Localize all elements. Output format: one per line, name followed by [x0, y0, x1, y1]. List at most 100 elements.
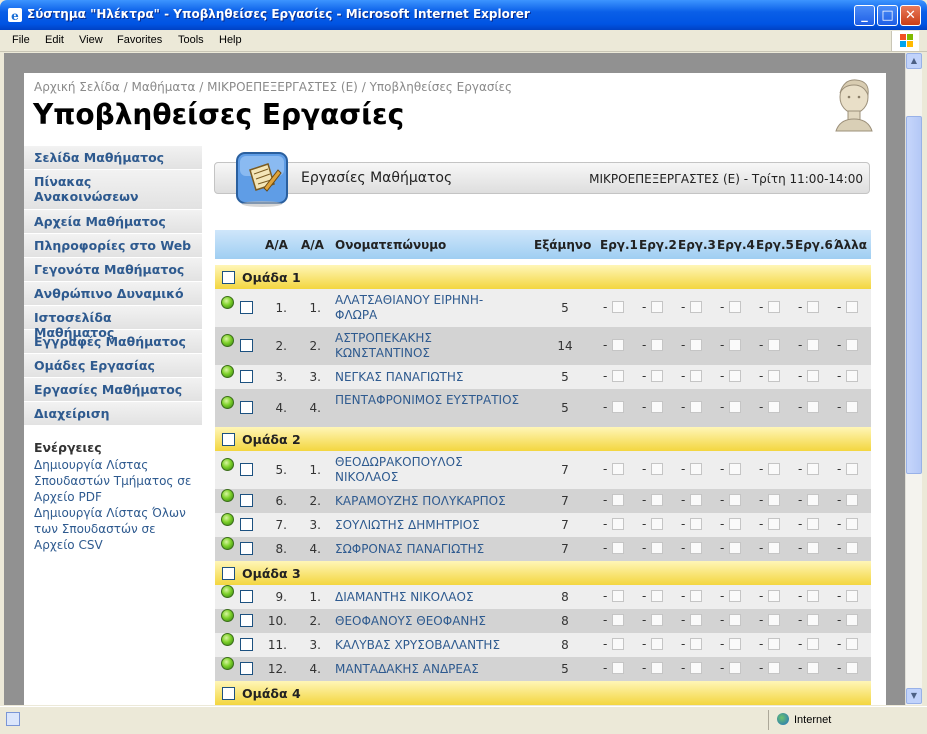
assignment-checkbox[interactable]	[807, 662, 819, 674]
sidebar-item-staff[interactable]: Ανθρώπινο Δυναμικό	[24, 282, 202, 306]
assignment-checkbox[interactable]	[690, 614, 702, 626]
row-checkbox[interactable]	[240, 494, 253, 507]
assignment-checkbox[interactable]	[651, 518, 663, 530]
assignment-checkbox[interactable]	[729, 401, 741, 413]
sidebar-item-web-info[interactable]: Πληροφορίες στο Web	[24, 234, 202, 258]
assignment-checkbox[interactable]	[612, 662, 624, 674]
breadcrumb-courses[interactable]: Μαθήματα	[132, 80, 196, 94]
assignment-checkbox[interactable]	[846, 494, 858, 506]
assignment-checkbox[interactable]	[690, 339, 702, 351]
student-name-link[interactable]: ΔΙΑΜΑΝΤΗΣ ΝΙΚΟΛΑΟΣ	[335, 590, 525, 605]
assignment-checkbox[interactable]	[729, 518, 741, 530]
sidebar-item-enrollments[interactable]: Εγγραφές Μαθήματος	[24, 330, 202, 354]
assignment-checkbox[interactable]	[846, 614, 858, 626]
menu-tools[interactable]: Tools	[178, 34, 204, 46]
menu-help[interactable]: Help	[219, 34, 242, 46]
assignment-checkbox[interactable]	[807, 401, 819, 413]
assignment-checkbox[interactable]	[846, 590, 858, 602]
assignment-checkbox[interactable]	[768, 401, 780, 413]
assignment-checkbox[interactable]	[729, 301, 741, 313]
assignment-checkbox[interactable]	[651, 301, 663, 313]
pdf-student-list-link[interactable]: Δημιουργία Λίστας Σπουδαστών Τμήματος σε…	[34, 457, 192, 505]
menu-view[interactable]: View	[79, 34, 103, 46]
vertical-scrollbar[interactable]: ▲ ▼	[905, 53, 922, 705]
csv-all-students-link[interactable]: Δημιουργία Λίστας Όλων των Σπουδαστών σε…	[34, 505, 192, 553]
menu-edit[interactable]: Edit	[45, 34, 64, 46]
assignment-checkbox[interactable]	[768, 301, 780, 313]
assignment-checkbox[interactable]	[846, 401, 858, 413]
assignment-checkbox[interactable]	[612, 590, 624, 602]
row-checkbox[interactable]	[240, 542, 253, 555]
assignment-checkbox[interactable]	[846, 301, 858, 313]
assignment-checkbox[interactable]	[651, 614, 663, 626]
assignment-checkbox[interactable]	[651, 494, 663, 506]
assignment-checkbox[interactable]	[612, 339, 624, 351]
student-name-link[interactable]: ΑΣΤΡΟΠΕΚΑΚΗΣ ΚΩΝΣΤΑΝΤΙΝΟΣ	[335, 331, 525, 361]
student-name-link[interactable]: ΚΑΛΥΒΑΣ ΧΡΥΣΟΒΑΛΑΝΤΗΣ	[335, 638, 525, 653]
student-name-link[interactable]: ΝΕΓΚΑΣ ΠΑΝΑΓΙΩΤΗΣ	[335, 370, 525, 385]
sidebar-item-course-website[interactable]: Ιστοσελίδα Μαθήματος	[24, 306, 202, 340]
assignment-checkbox[interactable]	[612, 518, 624, 530]
assignment-checkbox[interactable]	[729, 463, 741, 475]
row-checkbox[interactable]	[240, 662, 253, 675]
minimize-button[interactable]: _	[854, 5, 875, 26]
assignment-checkbox[interactable]	[807, 614, 819, 626]
assignment-checkbox[interactable]	[612, 370, 624, 382]
assignment-checkbox[interactable]	[768, 542, 780, 554]
assignment-checkbox[interactable]	[651, 370, 663, 382]
row-checkbox[interactable]	[240, 339, 253, 352]
student-name-link[interactable]: ΣΩΦΡΟΝΑΣ ΠΑΝΑΓΙΩΤΗΣ	[335, 542, 525, 557]
student-name-link[interactable]: ΜΑΝΤΑΔΑΚΗΣ ΑΝΔΡΕΑΣ	[335, 662, 525, 677]
row-checkbox[interactable]	[240, 401, 253, 414]
assignment-checkbox[interactable]	[651, 638, 663, 650]
scroll-thumb[interactable]	[906, 116, 922, 474]
assignment-checkbox[interactable]	[651, 463, 663, 475]
assignment-checkbox[interactable]	[690, 638, 702, 650]
assignment-checkbox[interactable]	[651, 401, 663, 413]
assignment-checkbox[interactable]	[651, 590, 663, 602]
assignment-checkbox[interactable]	[612, 301, 624, 313]
group-checkbox[interactable]	[222, 687, 235, 700]
student-name-link[interactable]: ΚΑΡΑΜΟΥΖΗΣ ΠΟΛΥΚΑΡΠΟΣ	[335, 494, 525, 509]
assignment-checkbox[interactable]	[612, 494, 624, 506]
assignment-checkbox[interactable]	[846, 518, 858, 530]
sidebar-item-assignments[interactable]: Εργασίες Μαθήματος	[24, 378, 202, 402]
assignment-checkbox[interactable]	[846, 463, 858, 475]
assignment-checkbox[interactable]	[729, 494, 741, 506]
sidebar-item-course-files[interactable]: Αρχεία Μαθήματος	[24, 210, 202, 234]
assignment-checkbox[interactable]	[690, 463, 702, 475]
assignment-checkbox[interactable]	[690, 662, 702, 674]
group-checkbox[interactable]	[222, 433, 235, 446]
assignment-checkbox[interactable]	[846, 339, 858, 351]
scroll-down-button[interactable]: ▼	[906, 688, 922, 704]
row-checkbox[interactable]	[240, 614, 253, 627]
scroll-up-button[interactable]: ▲	[906, 53, 922, 69]
assignment-checkbox[interactable]	[768, 614, 780, 626]
assignment-checkbox[interactable]	[846, 662, 858, 674]
row-checkbox[interactable]	[240, 463, 253, 476]
assignment-checkbox[interactable]	[612, 614, 624, 626]
sidebar-item-work-groups[interactable]: Ομάδες Εργασίας	[24, 354, 202, 378]
assignment-checkbox[interactable]	[690, 401, 702, 413]
assignment-checkbox[interactable]	[846, 370, 858, 382]
close-button[interactable]: ✕	[900, 5, 921, 26]
assignment-checkbox[interactable]	[768, 463, 780, 475]
assignment-checkbox[interactable]	[690, 518, 702, 530]
assignment-checkbox[interactable]	[768, 339, 780, 351]
breadcrumb-course[interactable]: ΜΙΚΡΟΕΠΕΞΕΡΓΑΣΤΕΣ (Ε)	[207, 80, 358, 94]
menu-favorites[interactable]: Favorites	[117, 34, 162, 46]
assignment-checkbox[interactable]	[768, 518, 780, 530]
assignment-checkbox[interactable]	[729, 590, 741, 602]
assignment-checkbox[interactable]	[690, 301, 702, 313]
sidebar-item-course-page[interactable]: Σελίδα Μαθήματος	[24, 146, 202, 170]
assignment-checkbox[interactable]	[768, 662, 780, 674]
assignment-checkbox[interactable]	[612, 463, 624, 475]
group-checkbox[interactable]	[222, 271, 235, 284]
assignment-checkbox[interactable]	[729, 614, 741, 626]
sidebar-item-course-events[interactable]: Γεγονότα Μαθήματος	[24, 258, 202, 282]
assignment-checkbox[interactable]	[807, 370, 819, 382]
assignment-checkbox[interactable]	[651, 339, 663, 351]
student-name-link[interactable]: ΣΟΥΛΙΩΤΗΣ ΔΗΜΗΤΡΙΟΣ	[335, 518, 525, 533]
maximize-button[interactable]: □	[877, 5, 898, 26]
student-name-link[interactable]: ΑΛΑΤΣΑΘΙΑΝΟΥ ΕΙΡΗΝΗ-ΦΛΩΡΑ	[335, 293, 525, 323]
